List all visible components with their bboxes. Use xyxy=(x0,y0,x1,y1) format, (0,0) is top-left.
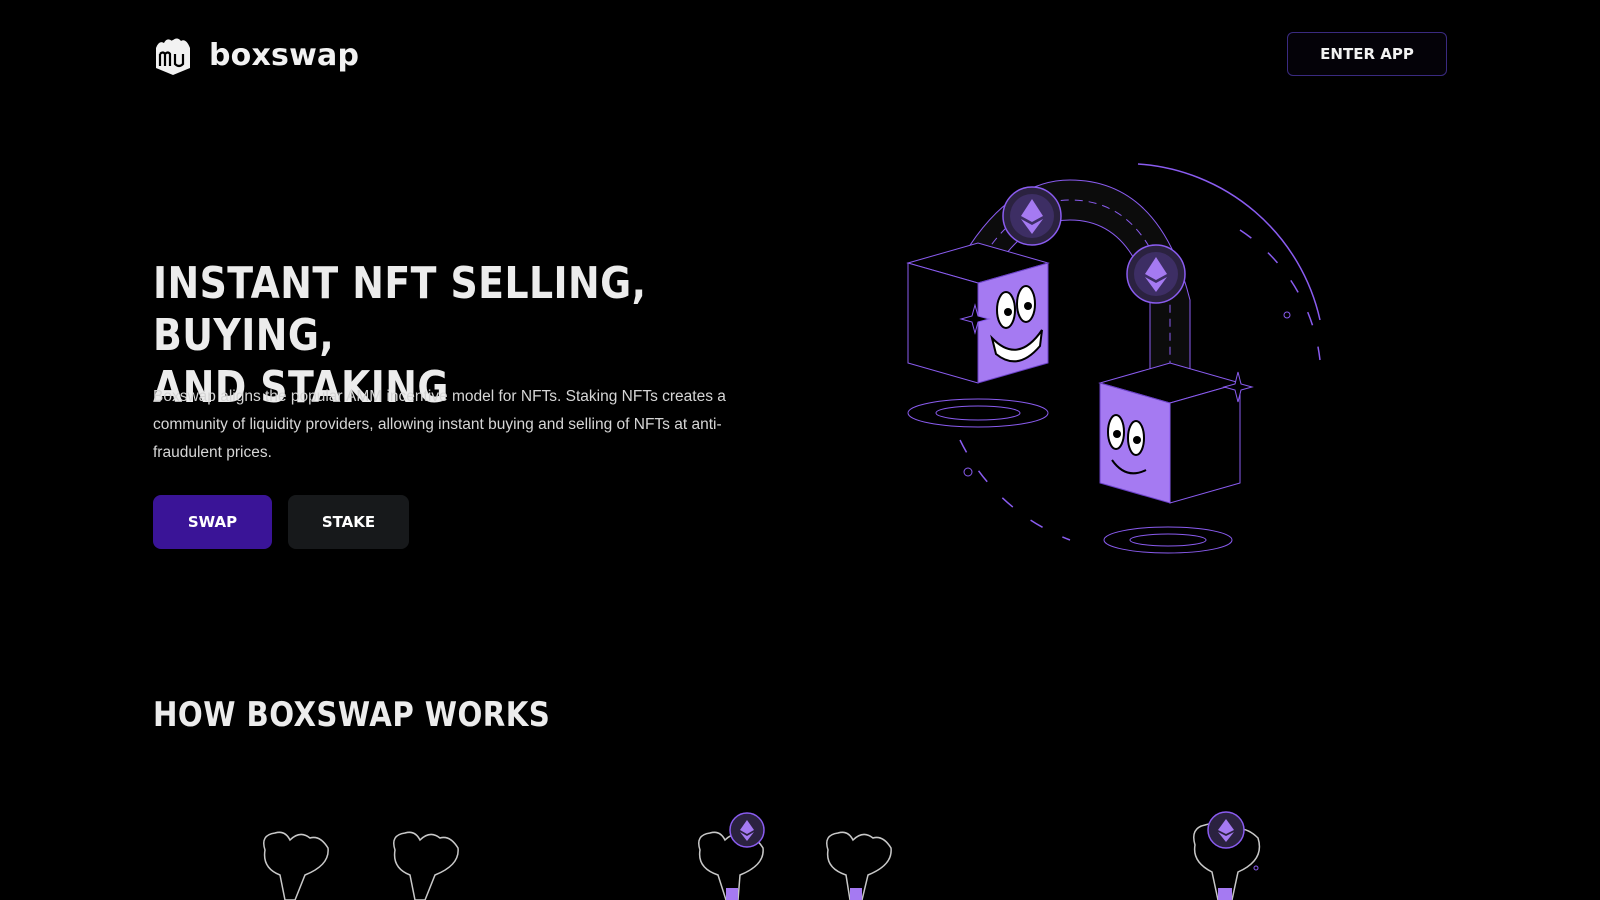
brand-name: boxswap xyxy=(209,37,360,73)
hero-illustration xyxy=(906,163,1321,554)
swap-button[interactable]: SWAP xyxy=(153,495,272,549)
how-it-works-title: HOW BOXSWAP WORKS xyxy=(153,695,551,735)
hero-title-line1: INSTANT NFT SELLING, BUYING, xyxy=(153,258,647,361)
hand-holding-ethereum-coin-icon xyxy=(1193,811,1261,900)
hero-description: Boxswap aligns the popular AMM incentive… xyxy=(153,388,726,461)
how-it-works-illustrations xyxy=(263,811,1261,900)
happy-box-icon xyxy=(1098,362,1254,504)
hero-actions: SWAP STAKE xyxy=(153,495,409,549)
box-logo-icon xyxy=(156,38,190,75)
enter-app-button[interactable]: ENTER APP xyxy=(1287,32,1447,76)
site-header: boxswap ENTER APP xyxy=(0,0,1600,110)
open-hands-icon xyxy=(263,831,459,900)
brand-logo[interactable]: boxswap xyxy=(153,34,359,76)
stake-button[interactable]: STAKE xyxy=(288,495,409,549)
smiling-box-icon xyxy=(906,242,1050,384)
hand-with-ethereum-coin-icon xyxy=(698,812,892,900)
